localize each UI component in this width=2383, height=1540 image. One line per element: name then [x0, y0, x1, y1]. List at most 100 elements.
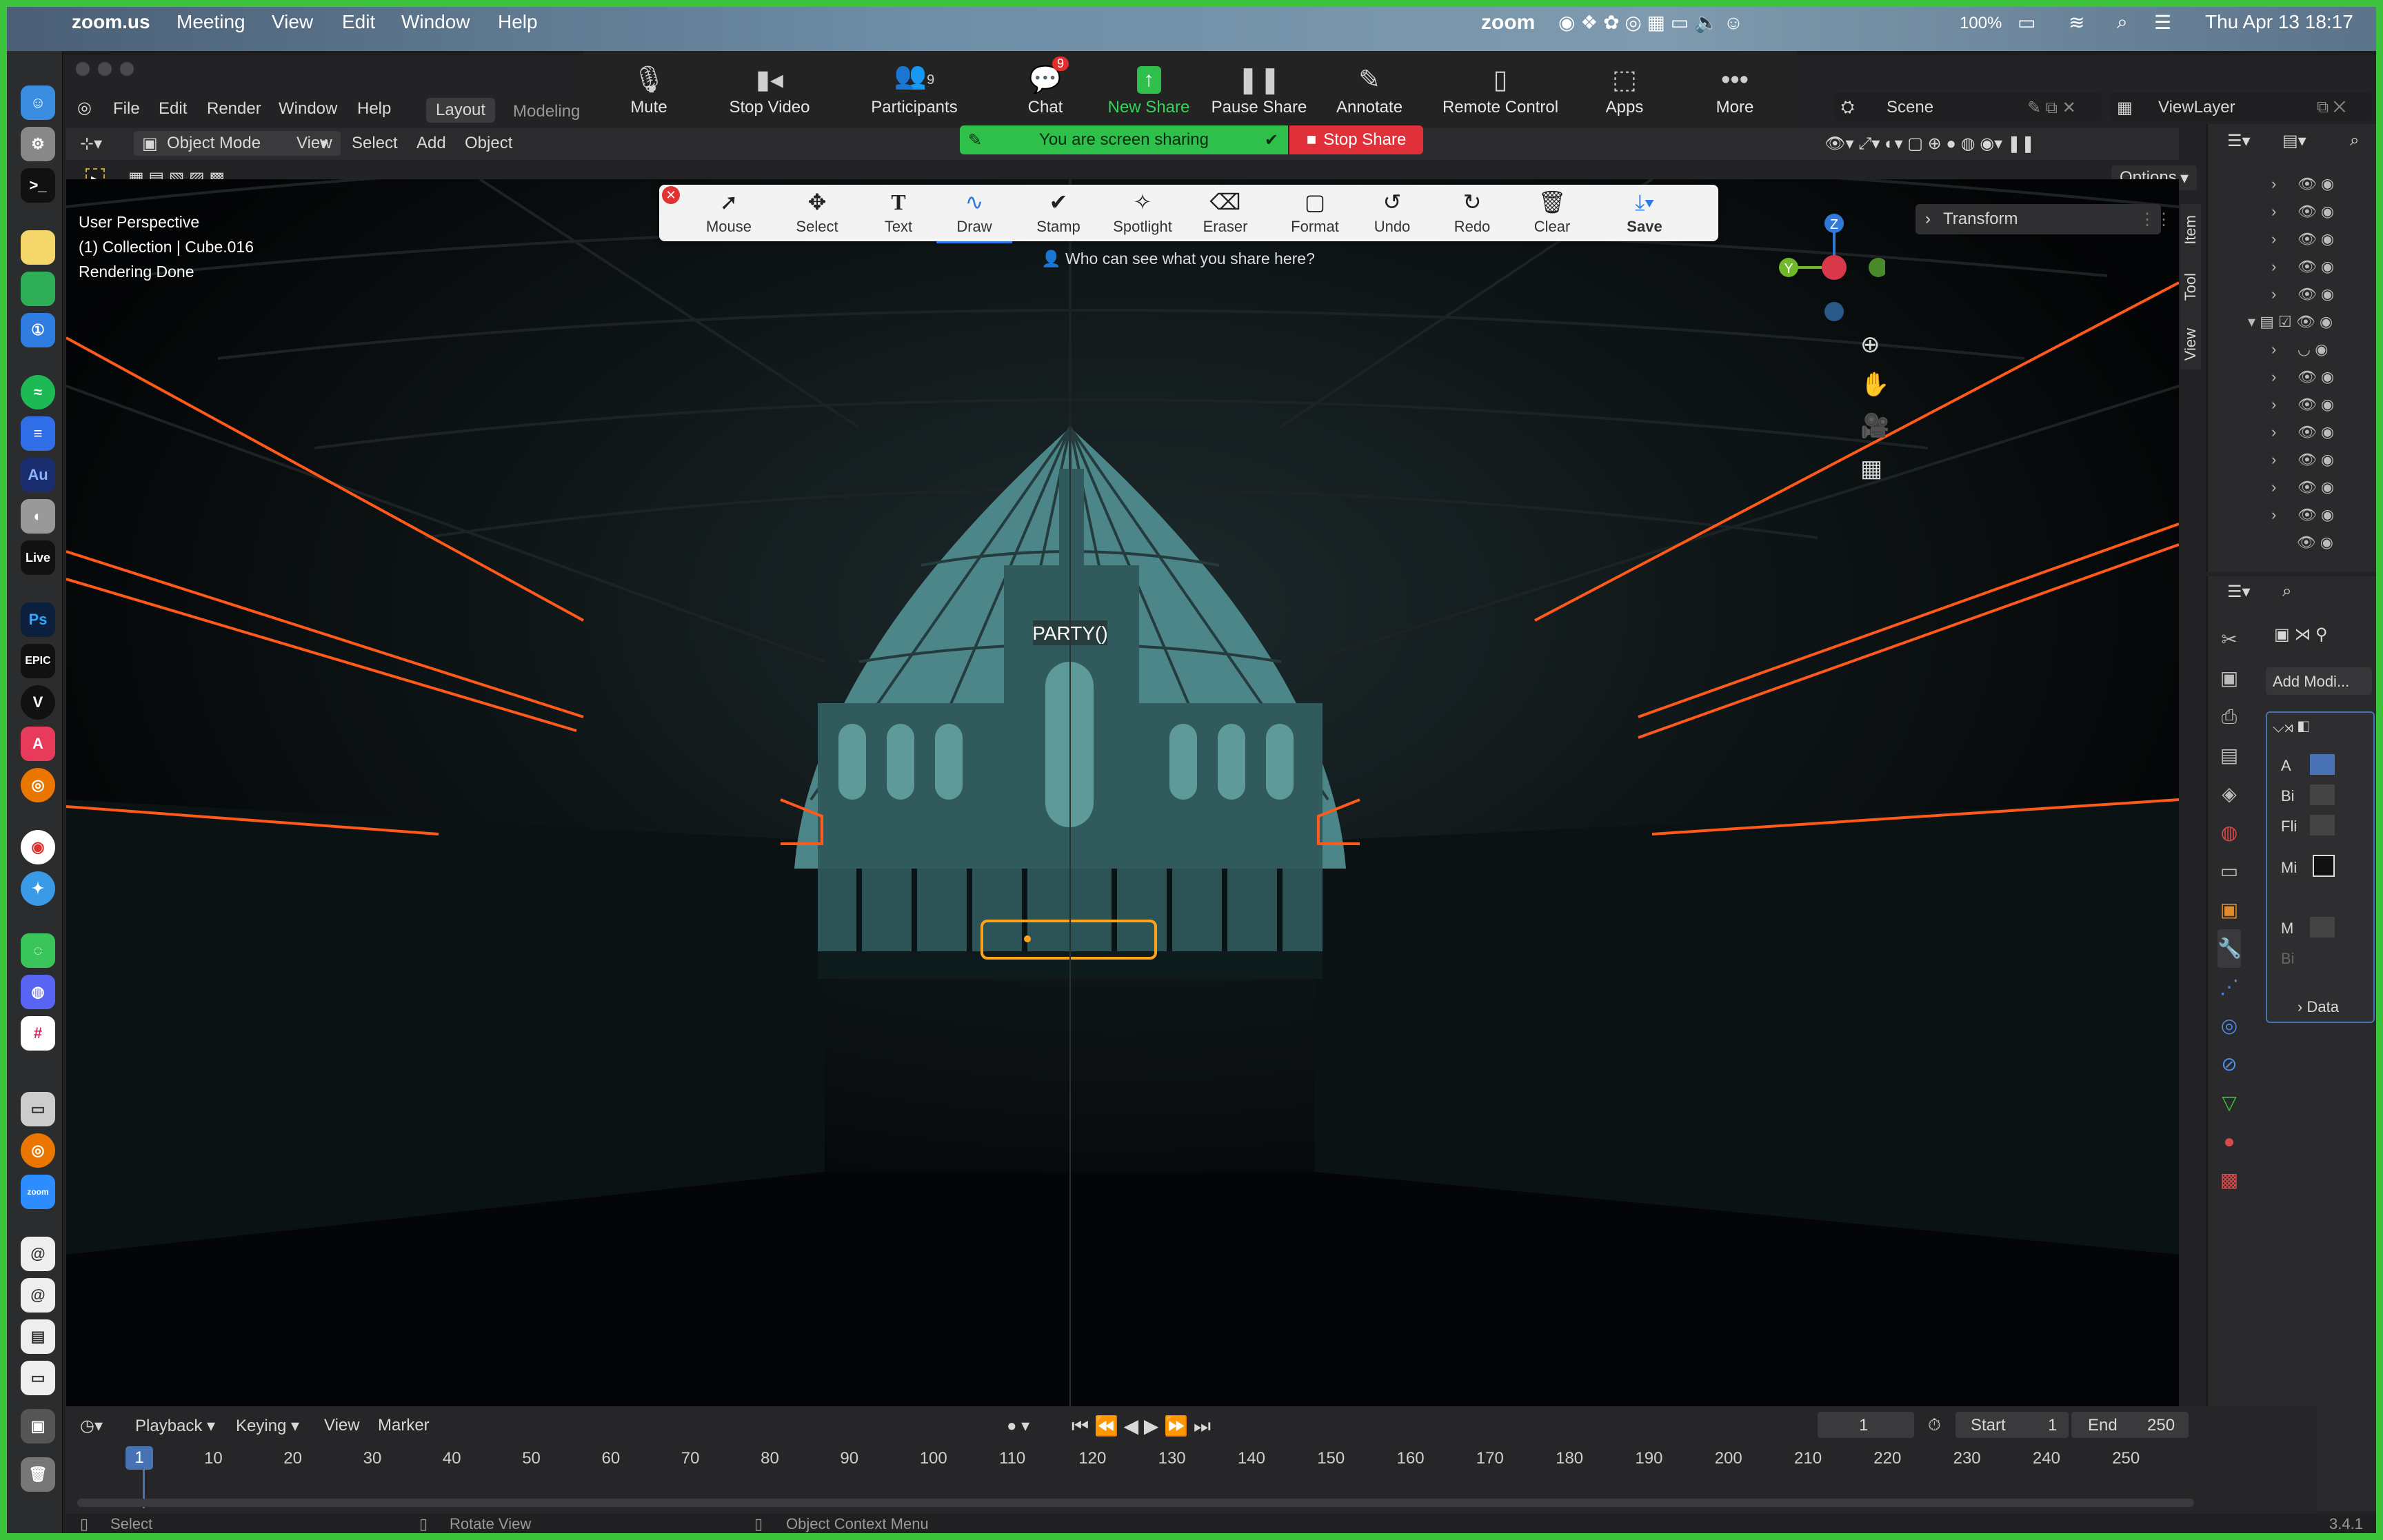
- trash-icon[interactable]: 🗑: [21, 1457, 55, 1492]
- outliner-row[interactable]: › 👁 ◉: [2271, 506, 2375, 534]
- evernote-icon[interactable]: [21, 272, 55, 306]
- outliner-row[interactable]: › 👁 ◉: [2271, 396, 2375, 423]
- status-icons[interactable]: ◉ ❖ ✿ ◎ ▦ ▭ 🔈 ☺: [1558, 11, 1743, 34]
- stop-video-button[interactable]: ▮◂ Stop Video: [714, 51, 825, 124]
- pin-icon[interactable]: ✎ ⧉ ✕: [2027, 98, 2076, 118]
- menu-window[interactable]: Window: [401, 11, 470, 33]
- workspace-tab-modeling[interactable]: Modeling: [513, 102, 580, 121]
- pan-hand-icon[interactable]: ✋: [1860, 371, 1889, 398]
- timeline-scrollbar[interactable]: [77, 1499, 2194, 1507]
- annotate-mouse[interactable]: ➚ Mouse: [691, 189, 767, 241]
- outliner-row[interactable]: › 👁 ◉: [2271, 230, 2375, 258]
- annotate-eraser[interactable]: ⌫ Eraser: [1187, 189, 1263, 241]
- world-tab-icon[interactable]: ◍: [2218, 813, 2241, 852]
- workspace-tab-layout[interactable]: Layout: [426, 98, 496, 123]
- modifier-tab-icon[interactable]: 🔧: [2218, 929, 2242, 968]
- system-settings-icon[interactable]: ⚙: [21, 127, 55, 161]
- physics-tab-icon[interactable]: ◎: [2218, 1006, 2241, 1045]
- tab-view[interactable]: View: [2182, 328, 2200, 361]
- annotate-spotlight[interactable]: ✧ Spotlight: [1105, 189, 1180, 241]
- annotate-text[interactable]: T Text: [861, 189, 936, 241]
- control-center-icon[interactable]: ☰: [2154, 11, 2171, 34]
- discord-icon[interactable]: ◍: [21, 975, 55, 1009]
- tab-item[interactable]: Item: [2182, 215, 2200, 245]
- annotate-save[interactable]: ⤓▾ Save: [1607, 189, 1682, 241]
- close-annotate-icon[interactable]: ✕: [662, 186, 680, 204]
- outliner-row[interactable]: › 👁 ◉: [2271, 175, 2375, 203]
- scene-tab-icon[interactable]: ◈: [2218, 775, 2241, 813]
- menu-view[interactable]: View: [272, 11, 313, 33]
- material-tab-icon[interactable]: ●: [2218, 1122, 2241, 1161]
- particles-tab-icon[interactable]: ⋰: [2218, 968, 2241, 1006]
- output-tab-icon[interactable]: ⎙: [2218, 698, 2241, 736]
- data-subpanel[interactable]: › Data: [2297, 998, 2339, 1016]
- annotate-stamp[interactable]: ✔ Stamp: [1020, 189, 1096, 241]
- timeline-menu-marker[interactable]: Marker: [378, 1416, 430, 1435]
- menu-help[interactable]: Help: [498, 11, 538, 33]
- ortho-grid-icon[interactable]: ▦: [1860, 455, 1882, 483]
- close-window-button[interactable]: [76, 62, 90, 76]
- zoom-window-button[interactable]: [120, 62, 134, 76]
- document-icon[interactable]: ▤: [21, 1319, 55, 1354]
- modifier-field[interactable]: [2310, 784, 2335, 805]
- timeline-editor-type-icon[interactable]: ◷▾: [80, 1416, 103, 1436]
- outliner-row[interactable]: › 👁 ◉: [2271, 203, 2375, 230]
- app-icon[interactable]: ◐: [21, 499, 55, 534]
- properties-editor-icon[interactable]: ☰▾: [2227, 582, 2251, 602]
- end-frame-field[interactable]: End 250: [2071, 1412, 2189, 1438]
- zoom-icon[interactable]: zoom: [21, 1175, 55, 1209]
- tool-tab-icon[interactable]: ✂: [2218, 620, 2241, 659]
- blender-menu-edit[interactable]: Edit: [159, 99, 187, 119]
- properties-search-icon[interactable]: ⌕: [2282, 582, 2291, 601]
- playback-controls[interactable]: ⏮ ⏪ ◀ ▶ ⏩ ⏭: [1072, 1415, 1211, 1438]
- tab-tool[interactable]: Tool: [2182, 273, 2200, 301]
- photoshop-icon[interactable]: Ps: [21, 602, 55, 637]
- annotate-button[interactable]: ✎ Annotate: [1321, 51, 1418, 124]
- start-frame-field[interactable]: Start 1: [1955, 1412, 2069, 1438]
- ableton-live-icon[interactable]: Live: [21, 540, 55, 575]
- outliner-row[interactable]: › ◡ ◉: [2271, 341, 2375, 368]
- audition-icon[interactable]: Au: [21, 458, 55, 492]
- outliner-row[interactable]: › 👁 ◉: [2271, 368, 2375, 396]
- blender-menu-window[interactable]: Window: [279, 99, 337, 119]
- file-icon[interactable]: ▭: [21, 1361, 55, 1395]
- battery-icon[interactable]: ▭: [2018, 11, 2035, 34]
- constraints-tab-icon[interactable]: ⊘: [2218, 1045, 2241, 1084]
- outliner-row[interactable]: › 👁 ◉: [2271, 258, 2375, 285]
- drag-handle-icon[interactable]: ⋮⋮: [2139, 210, 2172, 230]
- search-icon[interactable]: ⌕: [2117, 11, 2128, 34]
- annotate-undo[interactable]: ↺ Undo: [1354, 189, 1430, 241]
- menubar-datetime[interactable]: Thu Apr 13 18:17: [2205, 11, 2353, 33]
- modifier-field[interactable]: [2310, 754, 2335, 775]
- data-tab-icon[interactable]: ▽: [2218, 1084, 2241, 1122]
- app-a-icon[interactable]: A: [21, 727, 55, 761]
- menu-meeting[interactable]: Meeting: [177, 11, 245, 33]
- participants-button[interactable]: 👥9 Participants: [845, 51, 983, 124]
- object-tab-icon[interactable]: ▣: [2218, 891, 2241, 929]
- outliner-row[interactable]: 👁 ◉: [2271, 534, 2375, 561]
- annotate-redo[interactable]: ↻ Redo: [1434, 189, 1510, 241]
- outliner-row[interactable]: › 👁 ◉: [2271, 285, 2375, 313]
- render-tab-icon[interactable]: ▣: [2218, 659, 2241, 698]
- clock-icon[interactable]: ⏱: [1928, 1416, 1941, 1435]
- apps-button[interactable]: ⬚ Apps: [1590, 51, 1659, 124]
- outliner-search-icon[interactable]: ⌕: [2350, 131, 2359, 150]
- pause-share-button[interactable]: ❚❚ Pause Share: [1204, 51, 1314, 124]
- preview-icon[interactable]: ▭: [21, 1092, 55, 1126]
- outliner-row[interactable]: › 👁 ◉: [2271, 478, 2375, 506]
- finder-icon[interactable]: ☺: [21, 85, 55, 120]
- menu-app-name[interactable]: zoom.us: [72, 11, 150, 33]
- stop-share-button[interactable]: ■ Stop Share: [1289, 125, 1423, 154]
- modifier-header-icons[interactable]: ⌵⋊ ◧: [2273, 718, 2309, 736]
- annotate-clear[interactable]: 🗑 Clear: [1514, 189, 1590, 241]
- blender-menu-file[interactable]: File: [113, 99, 140, 119]
- blender-dock-icon[interactable]: ◎: [21, 768, 55, 802]
- header-menu-object[interactable]: Object: [465, 134, 512, 153]
- view-layer-selector[interactable]: ▦ ViewLayer ⧉ ✕: [2110, 92, 2372, 121]
- 3d-viewport[interactable]: PARTY(): [66, 179, 2179, 1406]
- minimize-window-button[interactable]: [98, 62, 112, 76]
- spotify-icon[interactable]: ≈: [21, 375, 55, 409]
- slack-icon[interactable]: #: [21, 1016, 55, 1051]
- view-layer-actions-icon[interactable]: ⧉ ✕: [2317, 98, 2346, 117]
- docs-icon[interactable]: ≡: [21, 416, 55, 451]
